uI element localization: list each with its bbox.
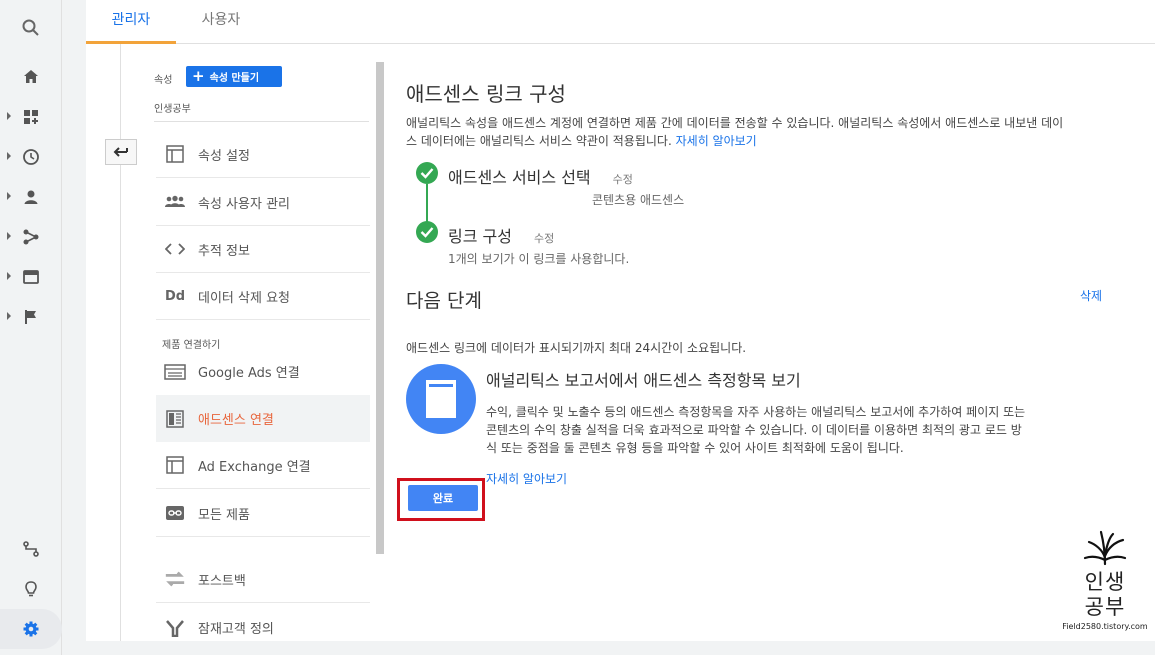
step-complete-check-icon [416,162,438,184]
next-steps-title: 다음 단계 [406,290,482,312]
menu-item-label: 속성 설정 [198,148,250,164]
menu-item-label: 모든 제품 [198,507,250,523]
plus-icon: + [192,67,205,85]
learn-more-link[interactable]: 자세히 알아보기 [676,134,757,148]
tab-user[interactable]: 사용자 [176,0,266,44]
adsense-icon [164,408,186,430]
menu-item-property-settings[interactable]: 속성 설정 [156,131,370,178]
people-icon [164,191,186,213]
window-icon [164,454,186,476]
left-nav-rail [0,0,62,655]
property-name: 인생공부 [154,100,369,122]
menu-item-ad-exchange[interactable]: Ad Exchange 연결 [156,442,370,489]
card-line: 수익, 클릭수 및 노출수 등의 애드센스 측정항목을 자주 사용하는 애널리틱… [486,405,1026,419]
watermark-logo: 인생 공부 Field2580.tistory.com [1060,530,1150,645]
step-title: 애드센스 서비스 선택 [448,168,591,187]
code-icon [164,238,186,260]
plant-icon [1083,530,1127,566]
card-description: 수익, 클릭수 및 노출수 등의 애드센스 측정항목을 자주 사용하는 애널리틱… [486,403,1111,457]
card-line: 콘텐츠의 수익 창출 실적을 더욱 효과적으로 파악할 수 있습니다. 이 데이… [486,423,1022,437]
link-icon [164,502,186,524]
description-text: 스 데이터에는 애널리틱스 서비스 약관이 적용됩니다. [406,134,672,148]
menu-item-label: 포스트백 [198,573,246,589]
step-edit-link[interactable]: 수정 [613,171,633,187]
behavior-icon[interactable] [0,257,62,297]
page-description: 애널리틱스 속성을 애드센스 계정에 연결하면 제품 간에 데이터를 전송할 수… [406,114,1155,150]
menu-item-adsense[interactable]: 애드센스 연결 [156,395,370,442]
processing-note: 애드센스 링크에 데이터가 표시되기까지 최대 24시간이 소요됩니다. [406,341,747,355]
collapse-back-button[interactable] [105,139,137,165]
menu-item-label: 애드센스 연결 [198,413,274,428]
conversions-flag-icon[interactable] [0,297,62,337]
admin-gear-icon[interactable] [0,609,62,649]
step-edit-link[interactable]: 수정 [534,230,554,246]
step-summary: 1개의 보기가 이 링크를 사용합니다. [448,252,630,266]
attribution-icon[interactable] [0,529,62,569]
description-line: 애널리틱스 속성을 애드센스 계정에 연결하면 제품 간에 데이터를 전송할 수… [406,116,1064,130]
watermark-text: 공부 [1084,595,1126,619]
description-line: 스 데이터에는 애널리틱스 서비스 약관이 적용됩니다. 자세히 알아보기 [406,132,1155,150]
step-select-adsense: 애드센스 서비스 선택 수정 [448,164,633,188]
lightbulb-icon[interactable] [0,569,62,609]
page-title: 애드센스 링크 구성 [406,82,566,106]
tab-admin[interactable]: 관리자 [86,0,176,44]
acquisition-icon[interactable] [0,217,62,257]
property-label: 속성 [154,75,173,86]
card-learn-more-link[interactable]: 자세히 알아보기 [486,470,567,487]
card-line: 식 또는 중점을 둘 콘텐츠 유형 등을 파악할 수 있어 사이트 최적화에 도… [486,441,904,455]
property-column: 속성 + 속성 만들기 인생공부 속성 설정 속성 사용자 관리 추적 정보 D… [86,44,386,641]
card-title: 애널리틱스 보고서에서 애드센스 측정항목 보기 [486,371,801,390]
home-icon[interactable] [0,57,62,97]
step-title: 링크 구성 [448,227,512,246]
menu-item-label: Google Ads 연결 [198,366,300,381]
column-scrollbar[interactable] [376,62,384,554]
done-button[interactable]: 완료 [408,485,478,511]
menu-item-postback[interactable]: 포스트백 [156,556,370,603]
step-link-config: 링크 구성 수정 [448,223,554,247]
menu-item-property-user-management[interactable]: 속성 사용자 관리 [156,179,370,226]
step-summary: 콘텐츠용 애드센스 [592,193,685,207]
step-complete-check-icon [416,221,438,243]
menu-item-audience-definitions[interactable]: 잠재고객 정의 [156,604,370,651]
ads-icon [164,361,186,383]
column-divider [120,44,121,641]
create-property-label: 속성 만들기 [209,73,260,84]
menu-item-label: 속성 사용자 관리 [198,196,290,212]
step-connector [426,184,428,222]
adsense-link-content: 애드센스 링크 구성 애널리틱스 속성을 애드센스 계정에 연결하면 제품 간에… [397,44,1155,641]
watermark-url: Field2580.tistory.com [1062,622,1148,631]
menu-item-tracking-info[interactable]: 추적 정보 [156,226,370,273]
report-icon [406,364,476,434]
customization-icon[interactable] [0,97,62,137]
back-arrow-icon [113,147,128,157]
search-icon[interactable] [0,8,62,48]
menu-item-label: 데이터 삭제 요청 [198,290,290,306]
dd-icon: Dd [164,288,186,304]
create-property-button[interactable]: + 속성 만들기 [186,66,282,87]
menu-item-all-products[interactable]: 모든 제품 [156,490,370,537]
menu-item-google-ads[interactable]: Google Ads 연결 [156,348,370,395]
menu-item-label: 잠재고객 정의 [198,622,274,637]
admin-tab-bar: 관리자 사용자 [86,0,1155,44]
realtime-clock-icon[interactable] [0,137,62,177]
postback-icon [164,568,186,590]
audience-person-icon[interactable] [0,177,62,217]
menu-item-data-deletion[interactable]: Dd 데이터 삭제 요청 [156,273,370,320]
menu-item-label: 추적 정보 [198,243,250,259]
window-icon [164,143,186,165]
admin-panel: 속성 + 속성 만들기 인생공부 속성 설정 속성 사용자 관리 추적 정보 D… [86,44,1155,641]
menu-item-label: Ad Exchange 연결 [198,459,311,475]
delete-link[interactable]: 삭제 [1080,287,1102,304]
watermark-text: 인생 [1084,570,1126,594]
audience-icon [164,617,186,639]
